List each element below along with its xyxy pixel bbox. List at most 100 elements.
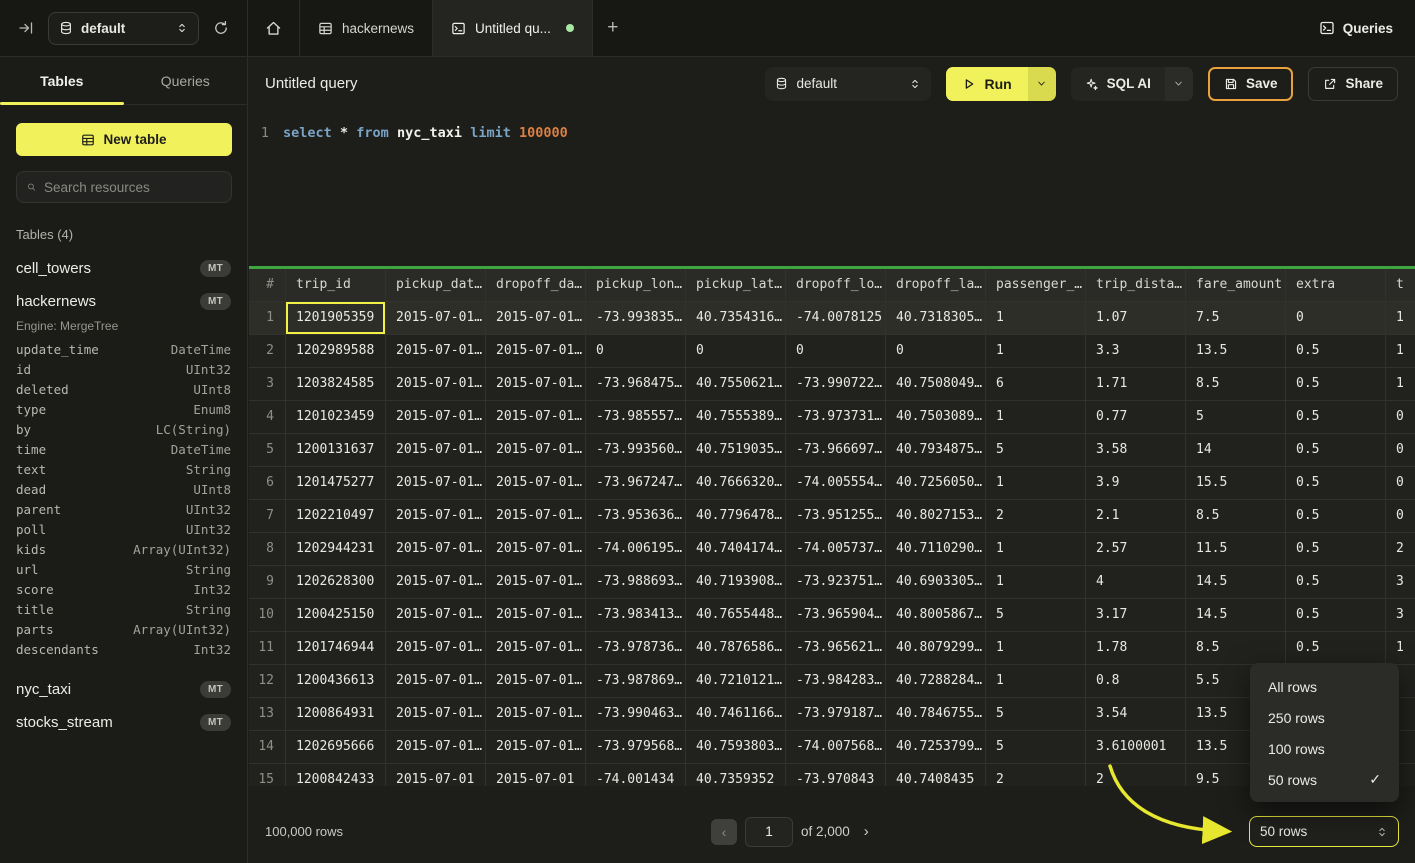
table-cell[interactable]: 2015-07-01… — [486, 632, 586, 665]
table-cell[interactable]: 1202989588 — [286, 335, 386, 368]
table-cell[interactable]: 2015-07-01… — [486, 533, 586, 566]
table-cell[interactable]: 2 — [1086, 764, 1186, 786]
column-header[interactable]: fare_amount — [1186, 269, 1286, 302]
table-cell[interactable]: -73.970843 — [786, 764, 886, 786]
table-cell[interactable]: 40.7593803… — [686, 731, 786, 764]
table-cell[interactable]: 0 — [1386, 500, 1415, 533]
table-cell[interactable]: 1201746944 — [286, 632, 386, 665]
table-cell[interactable]: 1201023459 — [286, 401, 386, 434]
column-row[interactable]: update_time DateTime — [16, 339, 231, 359]
table-cell[interactable]: 2015-07-01… — [386, 302, 486, 335]
table-cell[interactable]: 0 — [1386, 434, 1415, 467]
table-cell[interactable]: 2015-07-01… — [386, 368, 486, 401]
table-cell[interactable]: 2015-07-01… — [486, 500, 586, 533]
table-cell[interactable]: 2015-07-01… — [486, 467, 586, 500]
table-cell[interactable]: -73.966697… — [786, 434, 886, 467]
table-cell[interactable]: 1200842433 — [286, 764, 386, 786]
save-button[interactable]: Save — [1208, 67, 1294, 101]
table-cell[interactable]: 2015-07-01… — [486, 335, 586, 368]
table-cell[interactable]: -74.007568… — [786, 731, 886, 764]
column-row[interactable]: text String — [16, 459, 231, 479]
tab-home[interactable] — [248, 0, 300, 56]
table-cell[interactable]: 2015-07-01… — [386, 533, 486, 566]
column-row[interactable]: descendants Int32 — [16, 639, 231, 659]
column-header[interactable]: dropoff_da… — [486, 269, 586, 302]
table-cell[interactable]: 40.7555389… — [686, 401, 786, 434]
table-cell[interactable]: -74.006195… — [586, 533, 686, 566]
page-input[interactable] — [745, 817, 793, 847]
table-cell[interactable]: 40.7359352 — [686, 764, 786, 786]
table-cell[interactable]: 2.57 — [1086, 533, 1186, 566]
table-cell[interactable]: 3.6100001 — [1086, 731, 1186, 764]
table-cell[interactable]: 1 — [986, 467, 1086, 500]
column-header[interactable]: pickup_lat… — [686, 269, 786, 302]
table-cell[interactable]: 7.5 — [1186, 302, 1286, 335]
table-cell[interactable]: 1200436613 — [286, 665, 386, 698]
table-cell[interactable]: 15.5 — [1186, 467, 1286, 500]
table-cell[interactable]: 0.5 — [1286, 599, 1386, 632]
table-cell[interactable]: 8.5 — [1186, 632, 1286, 665]
table-cell[interactable]: 2015-07-01… — [486, 401, 586, 434]
table-cell[interactable]: -73.965904… — [786, 599, 886, 632]
table-cell[interactable]: 40.7796478… — [686, 500, 786, 533]
table-cell[interactable]: 1202695666 — [286, 731, 386, 764]
table-cell[interactable]: -74.005737… — [786, 533, 886, 566]
table-cell[interactable]: 40.7655448… — [686, 599, 786, 632]
sql-ai-caret[interactable] — [1165, 67, 1193, 101]
table-cell[interactable]: 5 — [986, 599, 1086, 632]
column-header[interactable]: pickup_lon… — [586, 269, 686, 302]
table-cell[interactable]: 0 — [1386, 401, 1415, 434]
table-cell[interactable]: -73.987869… — [586, 665, 686, 698]
table-cell[interactable]: 2015-07-01… — [386, 566, 486, 599]
table-cell[interactable]: -73.990722… — [786, 368, 886, 401]
table-cell[interactable]: 0.5 — [1286, 632, 1386, 665]
column-header[interactable]: pickup_dat… — [386, 269, 486, 302]
table-cell[interactable]: 1 — [1386, 368, 1415, 401]
table-cell[interactable]: -73.993835… — [586, 302, 686, 335]
table-cell[interactable]: 2015-07-01… — [386, 467, 486, 500]
table-cell[interactable]: 40.7210121… — [686, 665, 786, 698]
table-cell[interactable]: 40.7550621… — [686, 368, 786, 401]
table-cell[interactable]: 1200425150 — [286, 599, 386, 632]
column-row[interactable]: id UInt32 — [16, 359, 231, 379]
table-cell[interactable]: -73.973731… — [786, 401, 886, 434]
table-cell[interactable]: -73.993560… — [586, 434, 686, 467]
table-cell[interactable]: 3.17 — [1086, 599, 1186, 632]
table-cell[interactable]: 3.9 — [1086, 467, 1186, 500]
table-cell[interactable]: 40.7253799… — [886, 731, 986, 764]
table-cell[interactable]: 1202944231 — [286, 533, 386, 566]
table-cell[interactable]: 0 — [1386, 467, 1415, 500]
table-cell[interactable]: 5 — [1186, 401, 1286, 434]
table-cell[interactable]: 1201905359 — [286, 302, 386, 335]
table-cell[interactable]: 1.78 — [1086, 632, 1186, 665]
table-cell[interactable]: 1202628300 — [286, 566, 386, 599]
table-cell[interactable]: -73.985557… — [586, 401, 686, 434]
table-cell[interactable]: 0 — [586, 335, 686, 368]
table-cell[interactable]: 14.5 — [1186, 599, 1286, 632]
table-cell[interactable]: 2015-07-01… — [386, 434, 486, 467]
column-row[interactable]: type Enum8 — [16, 399, 231, 419]
sidebar-item-stocks-stream[interactable]: stocks_stream MT — [16, 706, 231, 739]
table-cell[interactable]: 0.5 — [1286, 500, 1386, 533]
table-cell[interactable]: 8.5 — [1186, 500, 1286, 533]
table-cell[interactable]: 2015-07-01… — [486, 599, 586, 632]
run-options-caret[interactable] — [1028, 67, 1056, 101]
table-cell[interactable]: -73.988693… — [586, 566, 686, 599]
table-cell[interactable]: 2.1 — [1086, 500, 1186, 533]
table-cell[interactable]: 0 — [886, 335, 986, 368]
sidebar-tab-tables[interactable]: Tables — [0, 57, 124, 104]
table-cell[interactable]: 1 — [986, 302, 1086, 335]
table-cell[interactable]: 4 — [1086, 566, 1186, 599]
table-cell[interactable]: 0.5 — [1286, 467, 1386, 500]
table-cell[interactable]: 0.77 — [1086, 401, 1186, 434]
table-cell[interactable]: 3 — [1386, 566, 1415, 599]
rows-per-page-select[interactable]: 50 rows — [1249, 816, 1399, 847]
table-cell[interactable]: 5 — [986, 434, 1086, 467]
table-cell[interactable]: 1.07 — [1086, 302, 1186, 335]
table-cell[interactable]: 1 — [986, 665, 1086, 698]
column-row[interactable]: parts Array(UInt32) — [16, 619, 231, 639]
table-cell[interactable]: 1 — [986, 533, 1086, 566]
table-cell[interactable]: 8.5 — [1186, 368, 1286, 401]
table-cell[interactable]: 1202210497 — [286, 500, 386, 533]
table-cell[interactable]: -74.001434 — [586, 764, 686, 786]
